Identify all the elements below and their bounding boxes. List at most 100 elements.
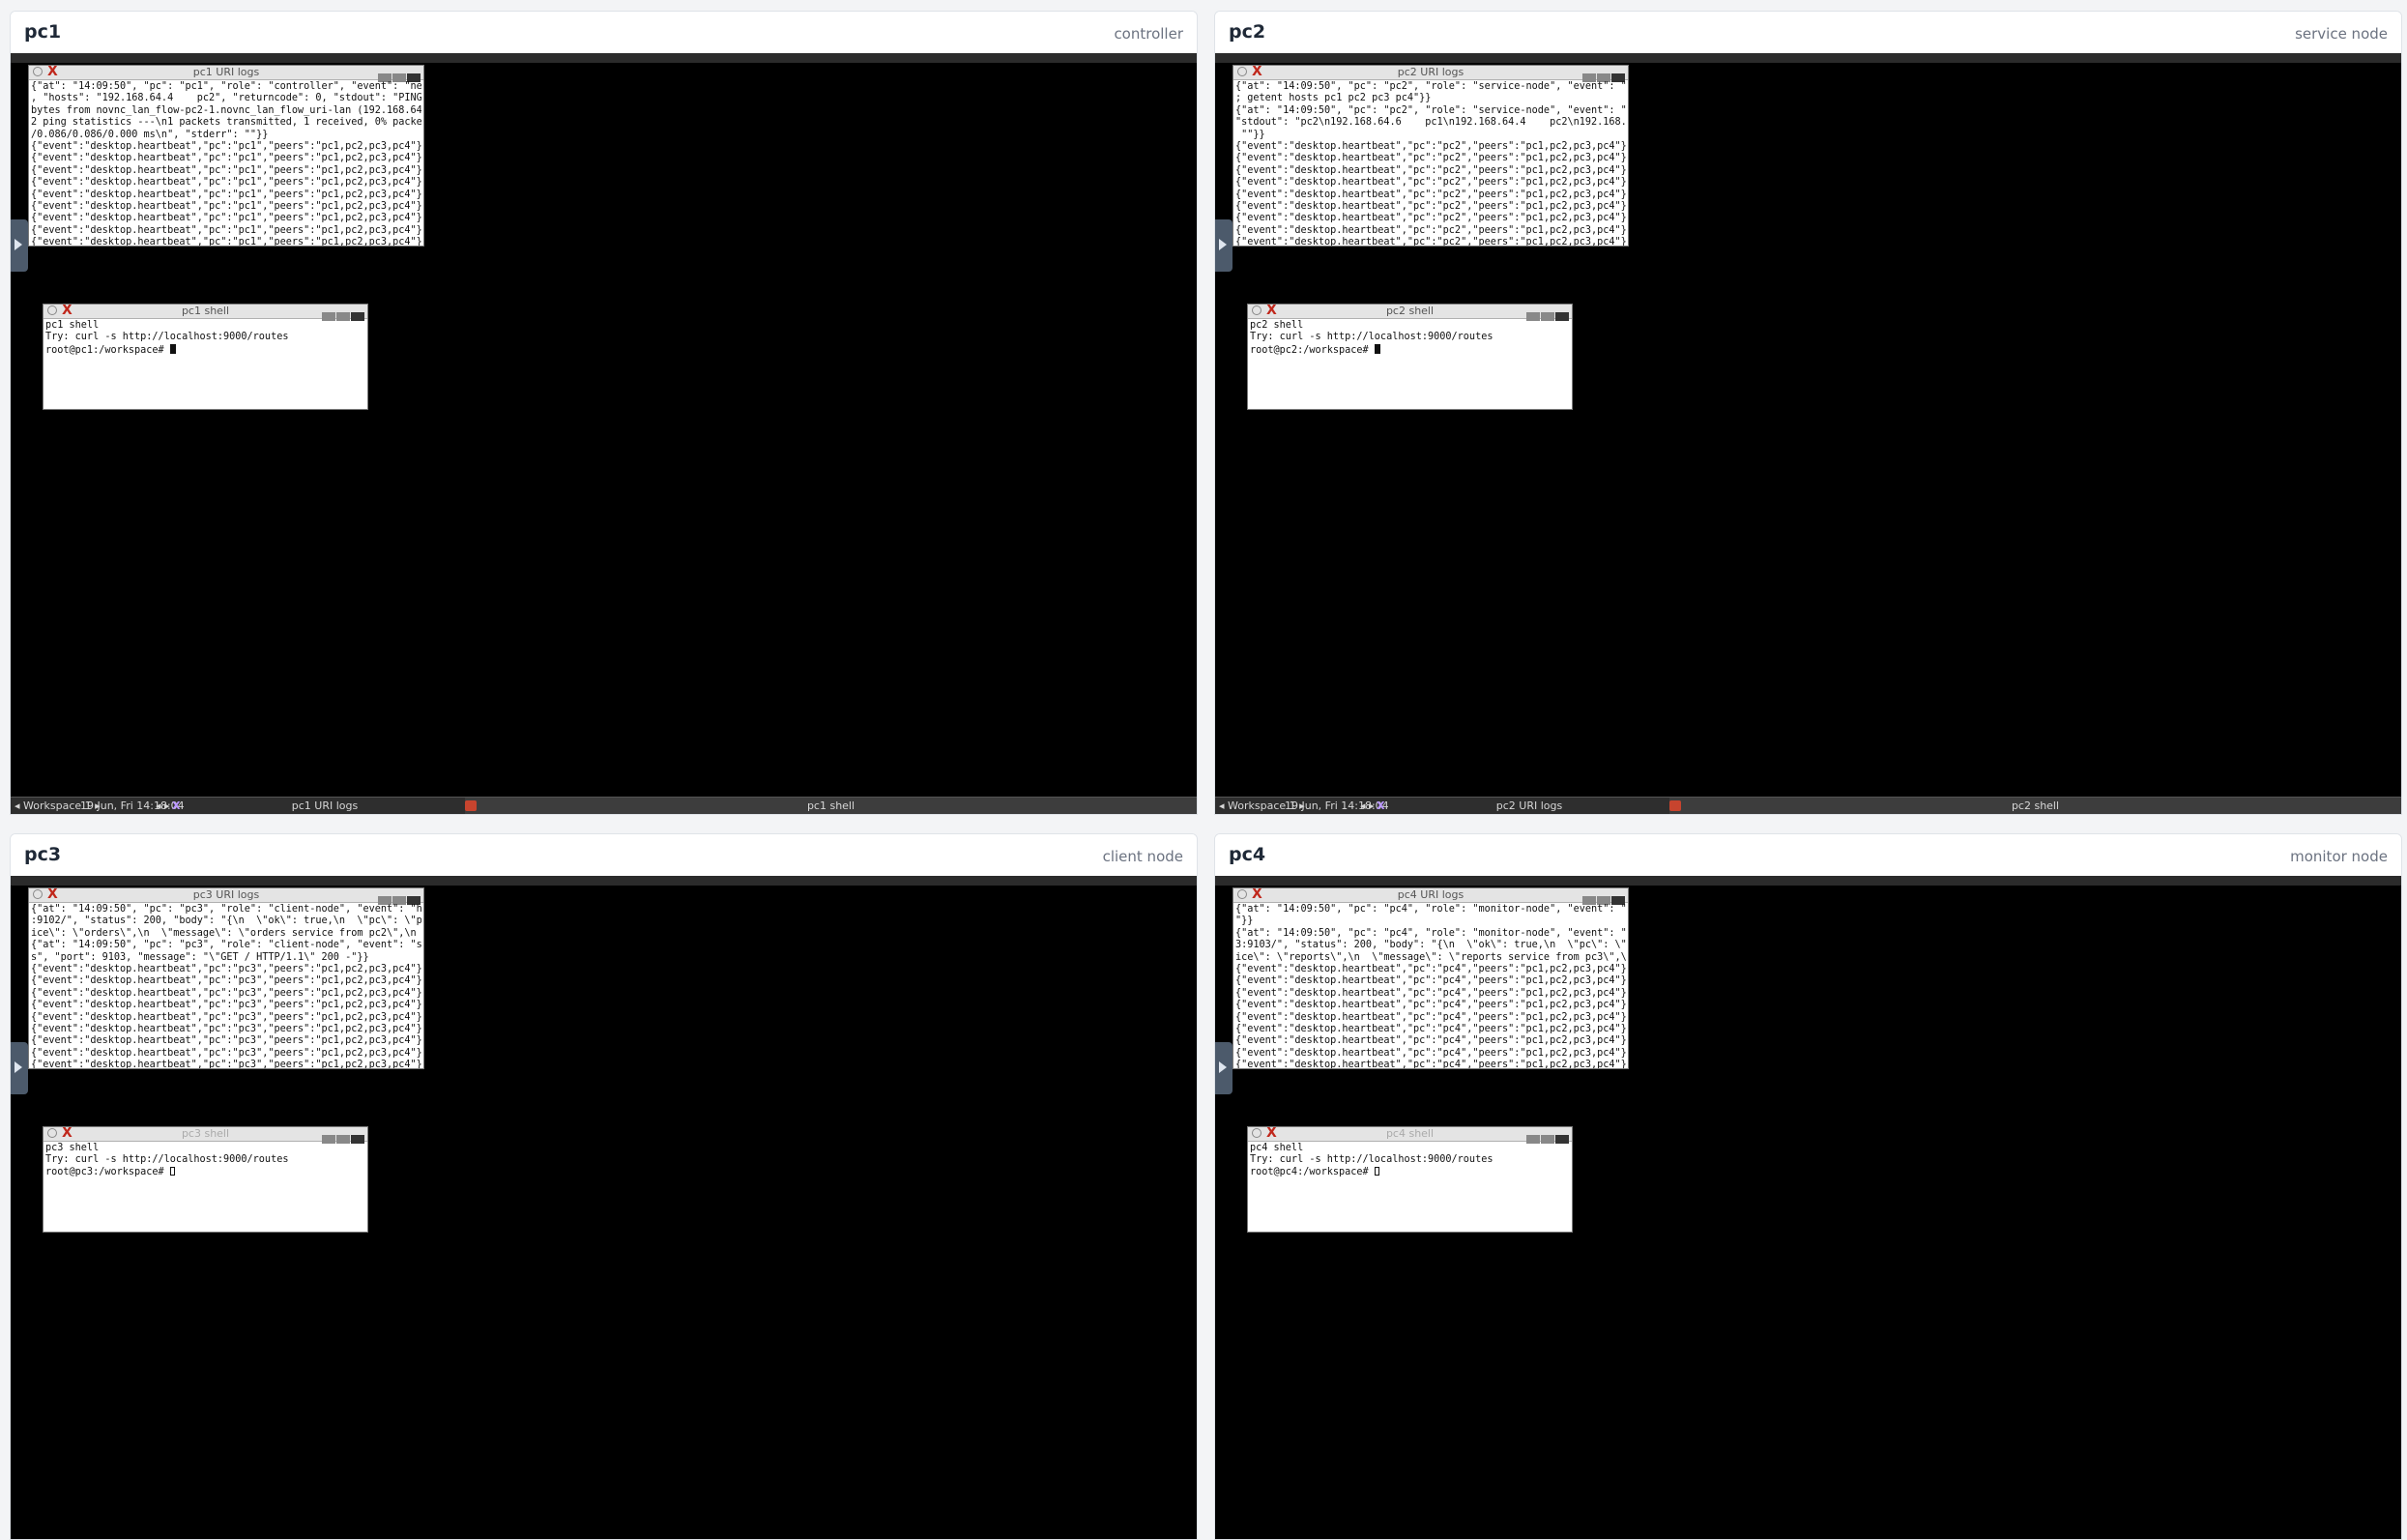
- log-line: {"event":"desktop.heartbeat","pc":"pc1",…: [31, 213, 421, 224]
- log-line: 2 ping statistics ---\n1 packets transmi…: [31, 117, 421, 129]
- shell-prompt-line[interactable]: root@pc4:/workspace#: [1250, 1166, 1570, 1178]
- logs-window[interactable]: Xpc1 URI logs {"at": "14:09:50", "pc": "p…: [28, 65, 424, 247]
- taskbar-nav-arrows[interactable]: ◂ ▸: [156, 798, 170, 814]
- log-line: 3:9103/", "status": 200, "body": "{\n \"…: [1235, 940, 1626, 951]
- log-line: {"event":"desktop.heartbeat","pc":"pc3",…: [31, 1047, 421, 1059]
- shell-window[interactable]: Xpc4 shell pc4 shell Try: curl -s http://l…: [1247, 1126, 1573, 1233]
- log-line: {"at": "14:09:50", "pc": "pc1", "role": …: [31, 81, 421, 92]
- window-titlebar[interactable]: Xpc4 URI logs: [1233, 888, 1628, 905]
- shell-line: Try: curl -s http://localhost:9000/route…: [1250, 332, 1494, 343]
- log-line: "}}: [1235, 915, 1254, 927]
- panel-pc1: pc1 controller Xpc1 URI logs {"at": "14:09:…: [10, 11, 1198, 815]
- log-line: bytes from novnc_lan_flow-pc2-1.novnc_la…: [31, 104, 421, 116]
- terminal-cursor: [1374, 343, 1380, 354]
- window-titlebar[interactable]: Xpc4 shell: [1248, 1127, 1572, 1144]
- log-line: :9102/", "status": 200, "body": "{\n \"o…: [31, 915, 421, 927]
- terminal-content[interactable]: pc1 shell Try: curl -s http://localhost:9…: [45, 320, 365, 409]
- log-line: ""}}: [1235, 129, 1265, 140]
- log-line: {"event":"desktop.heartbeat","pc":"pc4",…: [1235, 1047, 1626, 1059]
- taskbar-item-logs[interactable]: pc1 URI logs: [185, 798, 465, 814]
- panel-header: pc3 client node: [11, 834, 1197, 876]
- log-line: {"event":"desktop.heartbeat","pc":"pc2",…: [1235, 189, 1626, 200]
- terminal-cursor: [169, 1166, 175, 1176]
- shell-prompt-line[interactable]: root@pc1:/workspace#: [45, 343, 365, 357]
- log-line: {"event":"desktop.heartbeat","pc":"pc4",…: [1235, 1060, 1626, 1068]
- logs-window[interactable]: Xpc3 URI logs {"at": "14:09:50", "pc": "p…: [28, 887, 424, 1069]
- shell-prompt-line[interactable]: root@pc3:/workspace#: [45, 1166, 365, 1178]
- log-line: {"event":"desktop.heartbeat","pc":"pc3",…: [31, 1060, 421, 1068]
- taskbar-item-shell[interactable]: pc1 shell: [465, 798, 1197, 814]
- log-line: s", "port": 9103, "message": "\"GET / HT…: [31, 951, 369, 963]
- window-title: pc4 shell: [1385, 1127, 1435, 1140]
- vnc-desktop[interactable]: Xpc1 URI logs {"at": "14:09:50", "pc": "p…: [11, 53, 1197, 814]
- sidebar-toggle-button[interactable]: [11, 1042, 28, 1094]
- terminal-content[interactable]: {"at": "14:09:50", "pc": "pc1", "role": …: [31, 81, 421, 246]
- shell-line: pc2 shell: [1250, 320, 1304, 331]
- log-line: {"event":"desktop.heartbeat","pc":"pc3",…: [31, 1000, 421, 1011]
- log-line: {"event":"desktop.heartbeat","pc":"pc4",…: [1235, 987, 1626, 999]
- log-line: {"event":"desktop.heartbeat","pc":"pc4",…: [1235, 1011, 1626, 1023]
- panel-pc3: pc3 client node Xpc3 URI logs {"at": "14:09…: [10, 833, 1198, 1540]
- shell-window[interactable]: Xpc3 shell pc3 shell Try: curl -s http://l…: [43, 1126, 368, 1233]
- logs-window[interactable]: Xpc4 URI logs {"at": "14:09:50", "pc": "p…: [1232, 887, 1629, 1069]
- shell-window[interactable]: Xpc2 shell pc2 shell Try: curl -s http://l…: [1247, 304, 1573, 410]
- shell-line: Try: curl -s http://localhost:9000/route…: [45, 332, 289, 343]
- panel-pc2: pc2 service node Xpc2 URI logs {"at": "14:0…: [1214, 11, 2402, 815]
- log-line: {"at": "14:09:50", "pc": "pc4", "role": …: [1235, 904, 1626, 915]
- terminal-content[interactable]: pc3 shell Try: curl -s http://localhost:9…: [45, 1143, 365, 1232]
- log-line: {"event":"desktop.heartbeat","pc":"pc3",…: [31, 1011, 421, 1023]
- log-line: {"event":"desktop.heartbeat","pc":"pc1",…: [31, 224, 421, 236]
- sidebar-toggle-button[interactable]: [1215, 219, 1232, 272]
- window-titlebar[interactable]: Xpc2 shell: [1248, 305, 1572, 321]
- log-line: {"event":"desktop.heartbeat","pc":"pc3",…: [31, 975, 421, 987]
- terminal-content[interactable]: pc2 shell Try: curl -s http://localhost:9…: [1250, 320, 1570, 409]
- x11-logo-icon[interactable]: X: [172, 798, 180, 814]
- shell-prompt-line[interactable]: root@pc2:/workspace#: [1250, 343, 1570, 357]
- taskbar-item-shell[interactable]: pc2 shell: [1669, 798, 2401, 814]
- panel-role-label: monitor node: [2290, 848, 2388, 865]
- log-line: {"at": "14:09:50", "pc": "pc3", "role": …: [31, 940, 421, 951]
- window-title: pc3 URI logs: [192, 888, 260, 901]
- window-titlebar[interactable]: Xpc3 URI logs: [29, 888, 423, 905]
- log-line: {"at": "14:09:50", "pc": "pc4", "role": …: [1235, 927, 1626, 939]
- terminal-content[interactable]: {"at": "14:09:50", "pc": "pc4", "role": …: [1235, 904, 1626, 1068]
- vnc-desktop[interactable]: Xpc3 URI logs {"at": "14:09:50", "pc": "p…: [11, 876, 1197, 1539]
- log-line: {"at": "14:09:50", "pc": "pc2", "role": …: [1235, 104, 1626, 116]
- terminal-content[interactable]: {"at": "14:09:50", "pc": "pc2", "role": …: [1235, 81, 1626, 246]
- shell-window[interactable]: Xpc1 shell pc1 shell Try: curl -s http://l…: [43, 304, 368, 410]
- desktop-top-bar: [11, 53, 1197, 63]
- panel-title: pc4: [1229, 844, 1266, 865]
- vnc-desktop[interactable]: Xpc4 URI logs {"at": "14:09:50", "pc": "p…: [1215, 876, 2401, 1539]
- sidebar-toggle-button[interactable]: [1215, 1042, 1232, 1094]
- log-line: {"at": "14:09:50", "pc": "pc3", "role": …: [31, 904, 421, 915]
- x11-logo-icon[interactable]: X: [1377, 798, 1384, 814]
- vnc-desktop[interactable]: Xpc2 URI logs {"at": "14:09:50", "pc": "p…: [1215, 53, 2401, 814]
- log-line: {"event":"desktop.heartbeat","pc":"pc1",…: [31, 141, 421, 153]
- window-titlebar[interactable]: Xpc2 URI logs: [1233, 66, 1628, 82]
- shell-prompt: root@pc4:/workspace#: [1250, 1166, 1375, 1177]
- log-line: {"event":"desktop.heartbeat","pc":"pc4",…: [1235, 1000, 1626, 1011]
- window-titlebar[interactable]: Xpc1 URI logs: [29, 66, 423, 82]
- desktop-taskbar: ◂ Workspace 1 ▸ 19 Jun, Fri 14:18:04 ◂ ▸ Xp…: [1215, 797, 2401, 814]
- sidebar-arrow-icon: [14, 239, 22, 250]
- logs-window[interactable]: Xpc2 URI logs {"at": "14:09:50", "pc": "p…: [1232, 65, 1629, 247]
- terminal-content[interactable]: {"at": "14:09:50", "pc": "pc3", "role": …: [31, 904, 421, 1068]
- panel-header: pc1 controller: [11, 12, 1197, 53]
- log-line: {"event":"desktop.heartbeat","pc":"pc2",…: [1235, 177, 1626, 189]
- desktop-top-bar: [11, 876, 1197, 886]
- log-line: {"event":"desktop.heartbeat","pc":"pc4",…: [1235, 964, 1626, 975]
- log-line: /0.086/0.086/0.000 ms\n", "stderr": ""}}: [31, 129, 269, 140]
- sidebar-toggle-button[interactable]: [11, 219, 28, 272]
- log-line: {"event":"desktop.heartbeat","pc":"pc1",…: [31, 237, 421, 246]
- taskbar-nav-arrows[interactable]: ◂ ▸: [1360, 798, 1375, 814]
- panel-header: pc4 monitor node: [1215, 834, 2401, 876]
- window-title: pc2 shell: [1385, 305, 1435, 317]
- shell-line: pc3 shell: [45, 1143, 100, 1153]
- panel-title: pc1: [24, 21, 62, 43]
- terminal-content[interactable]: pc4 shell Try: curl -s http://localhost:9…: [1250, 1143, 1570, 1232]
- panel-role-label: client node: [1102, 848, 1183, 865]
- taskbar-item-logs[interactable]: pc2 URI logs: [1389, 798, 1669, 814]
- window-titlebar[interactable]: Xpc3 shell: [44, 1127, 367, 1144]
- window-titlebar[interactable]: Xpc1 shell: [44, 305, 367, 321]
- panel-role-label: controller: [1114, 25, 1183, 43]
